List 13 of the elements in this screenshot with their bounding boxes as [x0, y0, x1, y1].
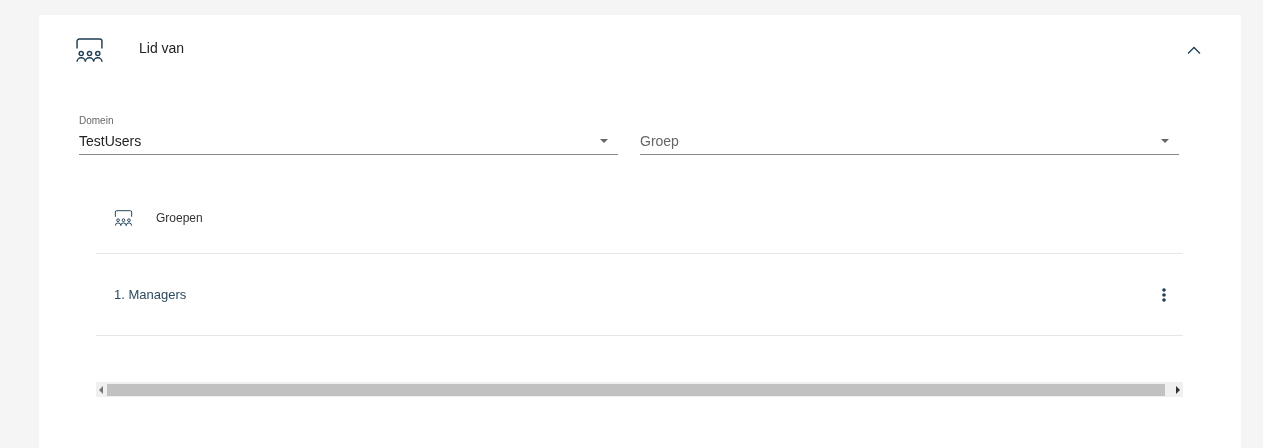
column-header: Groepen: [156, 211, 203, 225]
group-icon: [114, 209, 133, 227]
field-label: Domein: [79, 115, 115, 127]
group-icon: [75, 37, 104, 63]
caret-icon: [1161, 139, 1169, 143]
select-field[interactable]: Groep: [640, 130, 1179, 155]
section-title: Lid van: [139, 40, 186, 56]
more-options-icon[interactable]: [1162, 287, 1166, 302]
select-field[interactable]: TestUsers: [79, 130, 618, 155]
horizontal-scrollbar[interactable]: [96, 382, 1183, 397]
caret-icon: [600, 139, 608, 143]
group-name[interactable]: 1. Managers: [114, 287, 1162, 302]
chevron-up-icon[interactable]: [1187, 46, 1201, 54]
